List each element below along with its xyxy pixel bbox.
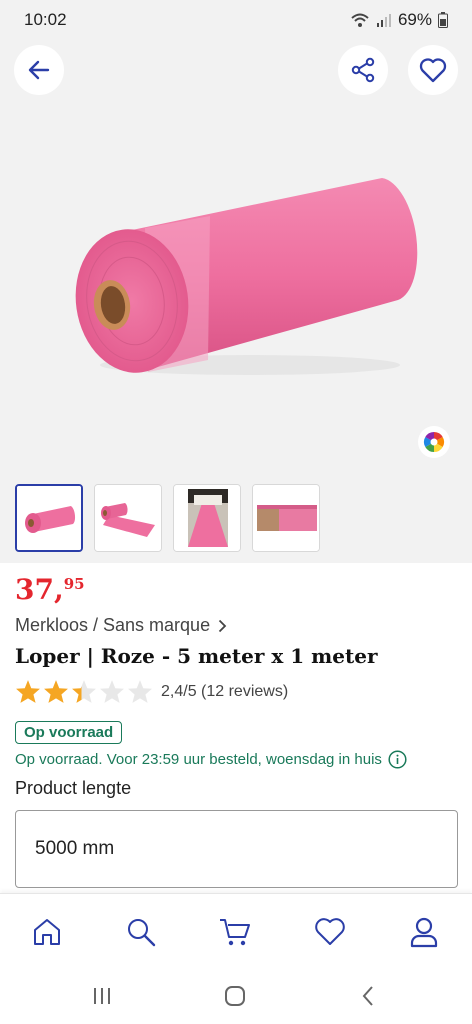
status-icons: 69% <box>350 10 448 30</box>
star-full-icon <box>44 680 68 703</box>
home-circle-icon <box>225 986 245 1006</box>
home-icon <box>34 919 60 945</box>
battery-percent: 69% <box>397 10 432 29</box>
delivery-text: Op voorraad. Voor 23:59 uur besteld, woe… <box>15 751 382 768</box>
thumbnail-1[interactable] <box>15 484 83 552</box>
color-options-button[interactable] <box>418 426 450 458</box>
thumbnail-strip <box>0 470 472 563</box>
chevron-left-icon <box>362 986 373 1006</box>
thumb-runner-closeup <box>253 485 319 551</box>
back-system-button[interactable] <box>353 981 383 1011</box>
stock-badge: Op voorraad <box>15 721 123 744</box>
info-icon[interactable] <box>388 750 407 769</box>
heart-icon <box>315 918 345 945</box>
share-icon <box>351 57 375 83</box>
brand-link[interactable]: Merkloos / Sans marque <box>15 615 227 636</box>
search-icon <box>128 919 156 947</box>
thumbnail-3[interactable] <box>173 484 241 552</box>
chevron-right-icon <box>218 619 227 632</box>
nav-home[interactable] <box>27 912 67 952</box>
star-full-icon <box>16 680 40 703</box>
heart-icon <box>419 58 447 83</box>
color-wheel-icon <box>423 431 445 453</box>
thumb-runner-event <box>174 485 240 551</box>
nav-cart[interactable] <box>215 912 255 952</box>
product-image <box>75 178 418 375</box>
option-label: Product lengte <box>15 778 132 798</box>
home-button[interactable] <box>220 981 250 1011</box>
cart-icon <box>220 919 250 946</box>
system-navigation <box>0 969 472 1024</box>
star-empty-icon <box>100 680 124 703</box>
brand-name: Merkloos / Sans marque <box>15 615 211 635</box>
favorite-button[interactable] <box>408 45 458 95</box>
thumbnail-2[interactable] <box>94 484 162 552</box>
nav-search[interactable] <box>121 912 161 952</box>
status-bar: 10:02 69% <box>0 0 472 40</box>
star-partial-icon <box>72 680 96 703</box>
length-select-value: 5000 mm <box>35 838 115 859</box>
length-select[interactable]: 5000 mm <box>15 810 458 888</box>
wifi-icon <box>351 13 369 27</box>
thumbnail-4[interactable] <box>252 484 320 552</box>
thumb-roll-small <box>17 486 81 550</box>
back-button[interactable] <box>14 45 64 95</box>
status-time: 10:02 <box>24 10 67 29</box>
rating-text: 2,4/5 (12 reviews) <box>161 682 289 700</box>
account-icon <box>410 917 438 948</box>
signal-icon <box>376 14 391 27</box>
recent-apps-icon <box>94 988 110 1004</box>
price-decimals: 95 <box>63 575 85 593</box>
share-button[interactable] <box>338 45 388 95</box>
product-image-area[interactable] <box>0 40 472 470</box>
thumb-roll-unrolled <box>95 485 161 551</box>
recent-apps-button[interactable] <box>87 981 117 1011</box>
rating[interactable]: 2,4/5 (12 reviews) <box>15 679 288 704</box>
price-main: 37, <box>15 573 64 606</box>
star-rating <box>15 679 153 704</box>
bottom-navigation <box>0 893 472 969</box>
nav-account[interactable] <box>404 912 444 952</box>
star-empty-icon <box>128 680 152 703</box>
battery-icon <box>438 12 448 28</box>
price: 37, 95 <box>15 574 85 606</box>
arrow-left-icon <box>28 60 50 80</box>
product-title: Loper | Roze - 5 meter x 1 meter <box>15 644 378 668</box>
nav-favorites[interactable] <box>310 912 350 952</box>
delivery-info: Op voorraad. Voor 23:59 uur besteld, woe… <box>15 750 460 769</box>
